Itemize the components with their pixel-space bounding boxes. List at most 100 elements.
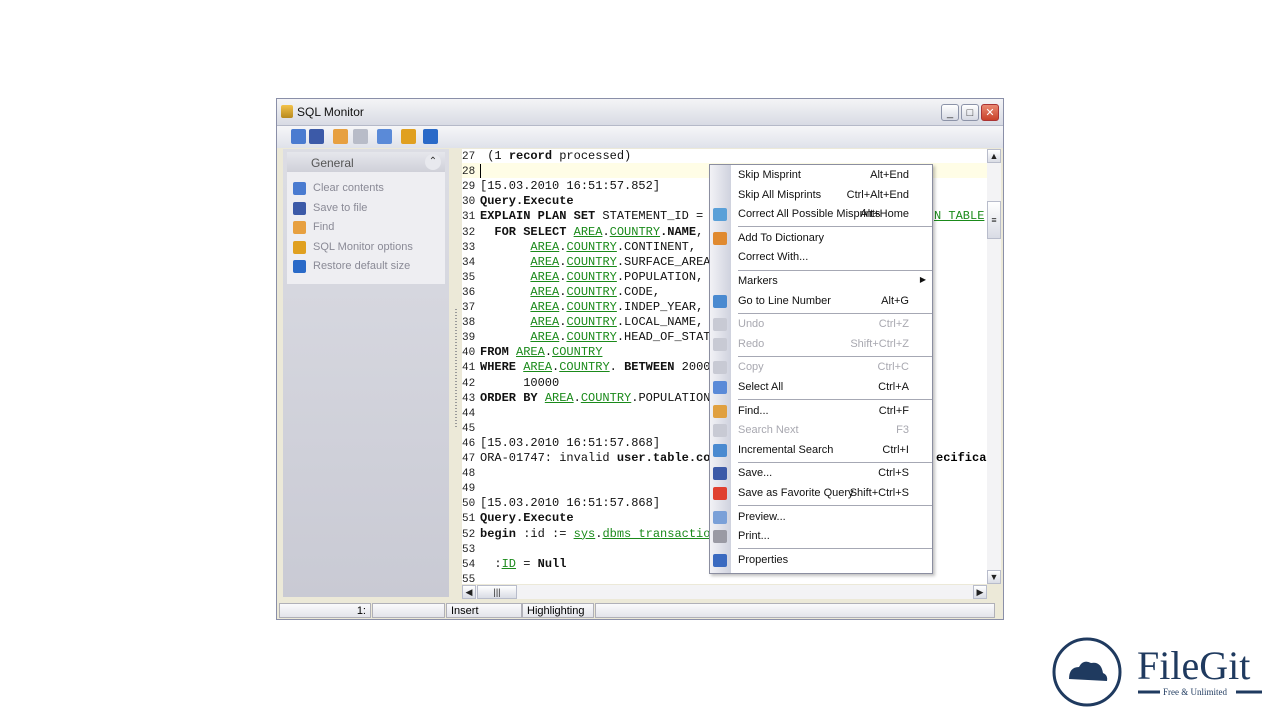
restore-size-icon[interactable] (423, 129, 438, 144)
identifier: AREA (530, 269, 560, 284)
menu-item-markers[interactable]: Markers ▶ (710, 272, 932, 291)
code-line: 53 (462, 542, 480, 557)
menu-item-label: Markers (738, 275, 778, 287)
menu-item-save-as-favorite-query[interactable]: Save as Favorite Query Shift+Ctrl+S (710, 484, 932, 503)
code-text: ORA-01747: invalid (480, 451, 617, 465)
code-line: 52 begin :id := sys.dbms transactio (462, 527, 710, 542)
keyword: WHERE (480, 360, 524, 375)
menu-item-incremental-search[interactable]: Incremental Search Ctrl+I (710, 441, 932, 460)
group-header-general[interactable]: General ⌃ (287, 152, 445, 172)
code-text: 10000 (480, 375, 560, 390)
code-line: 46 [15.03.2010 16:51:57.868] (462, 436, 660, 451)
keyword: ORDER BY (480, 390, 545, 405)
properties-icon (713, 553, 727, 567)
sidebar-item-label: Save to file (313, 201, 368, 214)
close-button[interactable]: ✕ (981, 104, 999, 121)
print-icon[interactable] (377, 129, 392, 144)
code-line: 45 (462, 421, 480, 436)
code-line: 32 FOR SELECT AREA.COUNTRY.NAME, (462, 225, 703, 240)
keyword: record (508, 149, 553, 163)
menu-item-find[interactable]: Find... Ctrl+F (710, 402, 932, 421)
spellcheck-icon (713, 208, 727, 222)
clear-contents-icon[interactable] (291, 129, 306, 144)
scroll-right-button[interactable]: ▶ (973, 585, 987, 599)
identifier: AREA (530, 315, 560, 330)
code-text: 2000 (674, 360, 711, 375)
maximize-button[interactable]: □ (961, 104, 979, 121)
restore-size-icon (293, 260, 306, 274)
code-line: 40 FROM AREA.COUNTRY (462, 345, 602, 360)
menu-item-label: Print... (738, 530, 770, 543)
search-next-icon[interactable] (353, 129, 368, 144)
menu-item-shortcut: Ctrl+A (878, 381, 909, 393)
code-line: 36 AREA.COUNTRY.CODE, (462, 285, 660, 300)
menu-item-properties[interactable]: Properties (710, 551, 932, 570)
status-mode: Insert (446, 603, 522, 618)
menu-item-label: Find... (738, 404, 769, 417)
menu-item-save[interactable]: Save... Ctrl+S (710, 464, 932, 483)
identifier: AREA (573, 224, 603, 239)
code-text: , (696, 224, 704, 239)
code-line: 28 (462, 164, 481, 179)
line-number: 33 (462, 241, 476, 254)
menu-item-select-all[interactable]: Select All Ctrl+A (710, 378, 932, 397)
code-text: .SURFACE_AREA (616, 254, 711, 269)
menu-item-shortcut: F3 (896, 424, 909, 437)
code-line: 29 [15.03.2010 16:51:57.852] (462, 179, 660, 194)
group-title: General (311, 156, 354, 170)
horizontal-scrollbar[interactable]: ◀ ||| ▶ (462, 585, 987, 599)
scroll-thumb[interactable]: ≡ (987, 201, 1001, 239)
line-number: 28 (462, 166, 476, 179)
save-icon[interactable] (309, 129, 324, 144)
identifier: AREA (544, 390, 574, 405)
splitter-handle[interactable] (453, 309, 459, 429)
code-line: 43 ORDER BY AREA.COUNTRY.POPULATION (462, 391, 710, 406)
menu-separator (738, 312, 932, 314)
identifier: AREA (523, 360, 553, 375)
menu-item-undo[interactable]: Undo Ctrl+Z (710, 315, 932, 334)
menu-separator (738, 399, 932, 401)
code-text: .POPULATION, (616, 269, 704, 284)
menu-item-search-next[interactable]: Search Next F3 (710, 421, 932, 440)
menu-item-skip-misprint[interactable]: Skip Misprint Alt+End (710, 166, 932, 185)
line-number: 54 (462, 558, 476, 571)
h-scroll-thumb[interactable]: ||| (477, 585, 517, 599)
scroll-up-button[interactable]: ▲ (987, 149, 1001, 163)
menu-item-label: Incremental Search (738, 443, 834, 456)
menu-item-label: Search Next (738, 424, 799, 437)
find-icon[interactable] (333, 129, 348, 144)
menu-item-copy[interactable]: Copy Ctrl+C (710, 358, 932, 377)
line-number: 50 (462, 498, 476, 511)
menu-item-label: Correct All Possible Misprints (738, 208, 881, 221)
text-cursor (480, 164, 481, 179)
menu-item-preview[interactable]: Preview... (710, 508, 932, 527)
code-text: .HEAD_OF_STAT (616, 330, 711, 345)
collapse-icon[interactable]: ⌃ (425, 154, 441, 170)
identifier: COUNTRY (566, 239, 617, 254)
save-icon (293, 201, 306, 215)
sidebar: General ⌃ Clear contents Save to file Find… (283, 149, 449, 597)
scroll-left-button[interactable]: ◀ (462, 585, 476, 599)
menu-item-redo[interactable]: Redo Shift+Ctrl+Z (710, 335, 932, 354)
code-text: ecifica (936, 451, 987, 465)
scroll-down-button[interactable]: ▼ (987, 570, 1001, 584)
menu-item-label: Go to Line Number (738, 294, 831, 307)
sidebar-item-label: Find (313, 221, 335, 234)
menu-item-add-to-dictionary[interactable]: Add To Dictionary (710, 229, 932, 248)
line-number: 52 (462, 528, 476, 541)
menu-separator (738, 461, 932, 463)
options-icon[interactable] (401, 129, 416, 144)
line-number: 47 (462, 453, 476, 465)
menu-item-go-to-line-number[interactable]: Go to Line Number Alt+G (710, 292, 932, 311)
keyword: .NAME (660, 224, 697, 239)
line-number: 55 (462, 573, 476, 584)
vertical-scrollbar[interactable]: ▲ ≡ ▼ (987, 149, 1001, 584)
menu-item-print[interactable]: Print... (710, 527, 932, 546)
menu-item-correct-all-possible-misprints[interactable]: Correct All Possible Misprints Alt+Home (710, 205, 932, 224)
minimize-button[interactable]: _ (941, 104, 959, 121)
menu-item-skip-all-misprints[interactable]: Skip All Misprints Ctrl+Alt+End (710, 186, 932, 205)
identifier: AREA (530, 254, 560, 269)
identifier: sys (573, 526, 596, 541)
menu-item-correct-with[interactable]: Correct With... (710, 248, 932, 267)
